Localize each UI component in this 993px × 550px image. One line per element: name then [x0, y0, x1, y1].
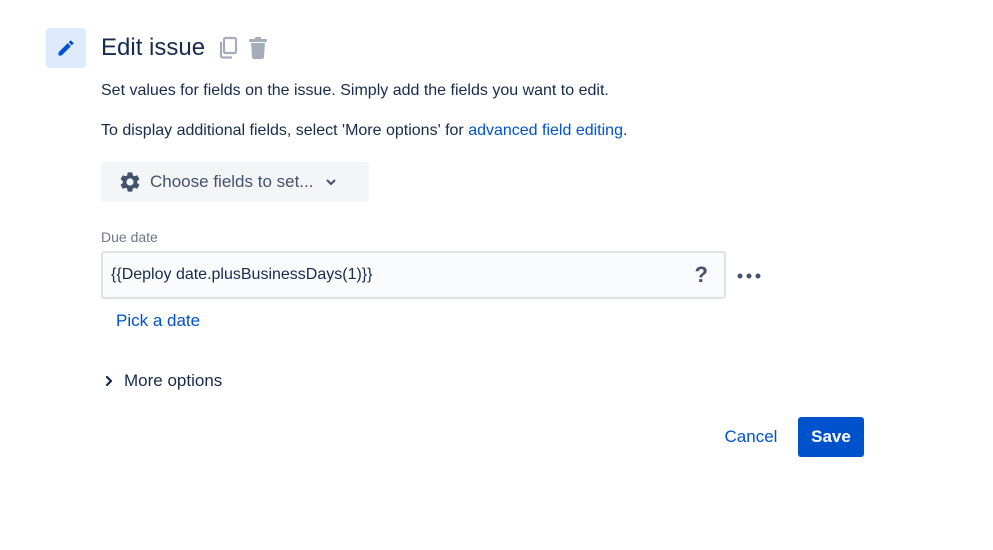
description-line-1: Set values for fields on the issue. Simp… — [101, 82, 609, 99]
title-actions — [216, 35, 270, 61]
cancel-button[interactable]: Cancel — [716, 418, 786, 456]
help-icon[interactable]: ? — [695, 262, 708, 288]
pick-a-date-link[interactable]: Pick a date — [116, 309, 200, 333]
chevron-down-icon — [325, 176, 337, 188]
choose-fields-label: Choose fields to set... — [150, 172, 314, 191]
trash-icon[interactable] — [246, 35, 270, 61]
more-options-label: More options — [124, 371, 223, 390]
description-line-2-suffix: . — [622, 122, 628, 139]
advanced-field-editing-link[interactable]: advanced field editing — [468, 122, 623, 139]
choose-fields-button[interactable]: Choose fields to set... — [101, 162, 369, 202]
edit-issue-panel: Edit issue Set values for fields on the … — [0, 0, 993, 550]
description-line-2: To display additional fields, select 'Mo… — [101, 119, 627, 143]
chevron-right-icon — [104, 375, 114, 387]
more-horizontal-icon[interactable] — [736, 266, 762, 286]
due-date-field: ? — [101, 251, 726, 299]
copy-icon[interactable] — [216, 35, 240, 61]
save-button[interactable]: Save — [798, 417, 864, 457]
more-options-toggle[interactable]: More options — [104, 369, 222, 393]
due-date-label: Due date — [101, 229, 158, 245]
gear-icon — [118, 170, 142, 194]
due-date-input[interactable] — [111, 266, 695, 284]
description-line-2-text: To display additional fields, select 'Mo… — [101, 122, 469, 139]
page-title: Edit issue — [101, 34, 206, 61]
pencil-icon — [46, 28, 86, 68]
